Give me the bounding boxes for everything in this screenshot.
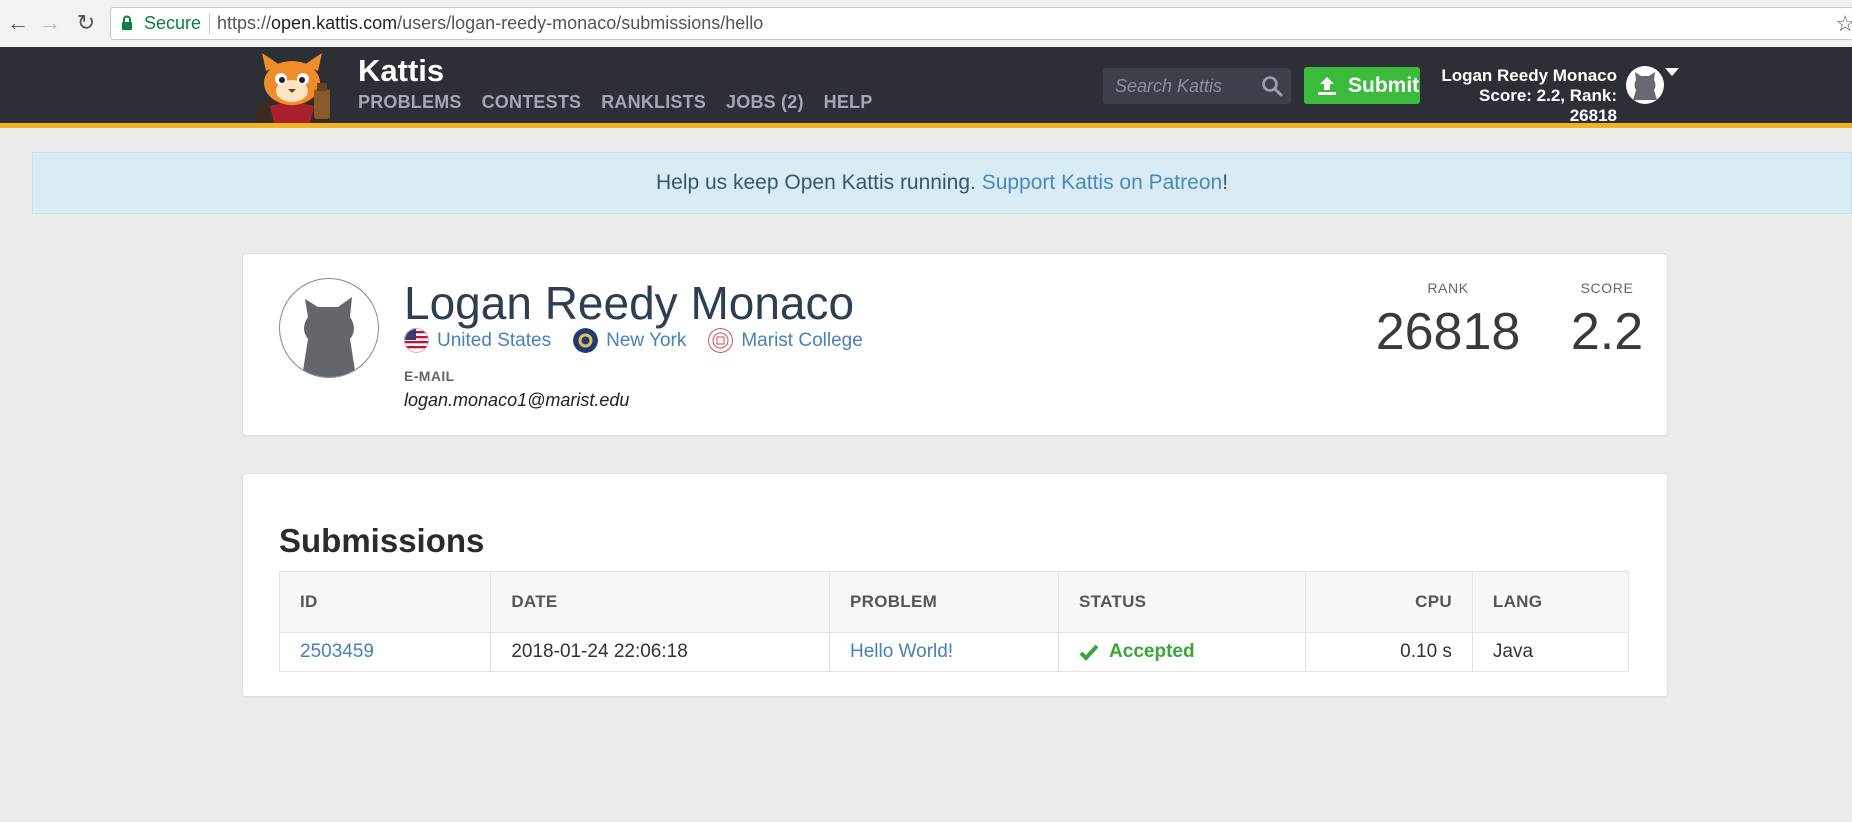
column-header-lang: LANG bbox=[1471, 571, 1630, 633]
rank-value: 26818 bbox=[1375, 303, 1521, 361]
state-link[interactable]: New York bbox=[573, 328, 686, 353]
score-label: SCORE bbox=[1580, 280, 1634, 296]
school-label: Marist College bbox=[741, 329, 863, 351]
user-score-rank: Score: 2.2, Rank: 26818 bbox=[1479, 86, 1617, 125]
submissions-card: Submissions ID DATE PROBLEM STATUS CPU L… bbox=[242, 473, 1668, 697]
status-badge: Accepted bbox=[1079, 641, 1285, 663]
menu-item-ranklists[interactable]: RANKLISTS bbox=[601, 92, 706, 113]
lock-icon bbox=[122, 15, 132, 30]
patreon-link[interactable]: Support Kattis on Patreon bbox=[982, 171, 1223, 194]
submit-label: Submit bbox=[1348, 73, 1420, 97]
submission-date: 2018-01-24 22:06:18 bbox=[490, 632, 830, 672]
default-avatar-icon bbox=[1633, 72, 1657, 100]
submissions-table: ID DATE PROBLEM STATUS CPU LANG 2503459 … bbox=[278, 571, 1630, 672]
new-york-seal-icon bbox=[573, 328, 599, 353]
column-header-date: DATE bbox=[490, 571, 830, 633]
problem-link[interactable]: Hello World! bbox=[850, 641, 953, 662]
banner-suffix: ! bbox=[1222, 171, 1229, 194]
chevron-down-icon[interactable] bbox=[1665, 68, 1679, 76]
us-flag-icon bbox=[404, 328, 429, 353]
submit-button[interactable]: Submit bbox=[1304, 67, 1420, 104]
column-header-cpu: CPU bbox=[1304, 571, 1473, 633]
table-header-row: ID DATE PROBLEM STATUS CPU LANG bbox=[278, 571, 1630, 633]
address-separator bbox=[209, 14, 210, 34]
menu-item-problems[interactable]: PROBLEMS bbox=[358, 92, 462, 113]
upload-icon bbox=[1318, 76, 1336, 95]
rank-stat: RANK 26818 bbox=[1363, 280, 1533, 362]
marist-seal-icon bbox=[708, 328, 734, 353]
search-box bbox=[1103, 68, 1291, 104]
check-icon bbox=[1079, 644, 1099, 661]
default-avatar-icon bbox=[302, 297, 356, 377]
address-bar[interactable]: Secure https://open.kattis.com/users/log… bbox=[110, 7, 1852, 40]
profile-avatar bbox=[279, 278, 379, 378]
browser-toolbar: ← → ↻ Secure https://open.kattis.com/use… bbox=[0, 0, 1852, 48]
kattis-cat-logo[interactable] bbox=[242, 51, 342, 123]
submission-cpu: 0.10 s bbox=[1304, 632, 1473, 672]
school-link[interactable]: Marist College bbox=[708, 328, 863, 353]
banner-text: Help us keep Open Kattis running. bbox=[655, 171, 976, 194]
search-input[interactable] bbox=[1113, 73, 1257, 99]
column-header-id: ID bbox=[278, 571, 492, 633]
submission-id-link[interactable]: 2503459 bbox=[300, 641, 374, 662]
country-label: United States bbox=[437, 329, 552, 351]
table-row: 2503459 2018-01-24 22:06:18 Hello World!… bbox=[278, 632, 1630, 672]
user-name: Logan Reedy Monaco bbox=[1441, 66, 1617, 85]
menu-item-contests[interactable]: CONTESTS bbox=[482, 92, 582, 113]
affiliations: United States New York Marist College bbox=[404, 328, 863, 353]
reload-icon[interactable]: ↻ bbox=[74, 10, 98, 36]
country-link[interactable]: United States bbox=[404, 328, 551, 353]
patreon-banner: Help us keep Open Kattis running. Suppor… bbox=[32, 152, 1852, 214]
submission-status-cell: Accepted bbox=[1058, 632, 1306, 672]
avatar[interactable] bbox=[1626, 66, 1664, 104]
column-header-problem: PROBLEM bbox=[828, 571, 1060, 633]
main-menu: PROBLEMS CONTESTS RANKLISTS JOBS (2) HEL… bbox=[358, 92, 872, 113]
profile-name: Logan Reedy Monaco bbox=[404, 277, 855, 329]
user-summary[interactable]: Logan Reedy Monaco Score: 2.2, Rank: 268… bbox=[1432, 66, 1617, 126]
site-header: Kattis PROBLEMS CONTESTS RANKLISTS JOBS … bbox=[0, 47, 1852, 128]
status-text: Accepted bbox=[1109, 641, 1195, 662]
score-stat: SCORE 2.2 bbox=[1559, 280, 1655, 362]
secure-label: Secure bbox=[144, 13, 202, 33]
search-icon[interactable] bbox=[1261, 75, 1283, 97]
menu-item-help[interactable]: HELP bbox=[824, 92, 873, 113]
url-text[interactable]: https://open.kattis.com/users/logan-reed… bbox=[217, 13, 763, 34]
column-header-status: STATUS bbox=[1058, 571, 1306, 633]
menu-item-jobs[interactable]: JOBS (2) bbox=[726, 92, 804, 113]
email-value: logan.monaco1@marist.edu bbox=[404, 390, 630, 410]
rank-label: RANK bbox=[1427, 280, 1469, 296]
submission-id-cell: 2503459 bbox=[278, 632, 492, 672]
score-value: 2.2 bbox=[1570, 303, 1644, 361]
submission-problem-cell: Hello World! bbox=[828, 632, 1060, 672]
state-label: New York bbox=[606, 329, 687, 351]
brand-title[interactable]: Kattis bbox=[358, 53, 444, 89]
bookmark-star-icon[interactable]: ☆ bbox=[1835, 11, 1852, 37]
profile-card: Logan Reedy Monaco United States New Yor… bbox=[242, 253, 1668, 436]
forward-arrow-icon[interactable]: → bbox=[38, 10, 62, 36]
submissions-title: Submissions bbox=[279, 522, 485, 559]
submission-lang: Java bbox=[1471, 632, 1630, 672]
back-arrow-icon[interactable]: ← bbox=[6, 10, 30, 36]
email-label: E-MAIL bbox=[404, 368, 455, 384]
